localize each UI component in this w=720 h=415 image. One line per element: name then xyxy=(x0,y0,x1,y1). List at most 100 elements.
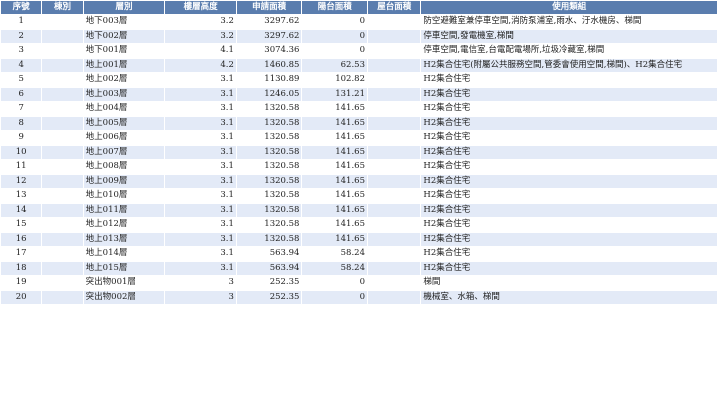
cell-no: 4 xyxy=(1,58,42,72)
cell-height: 3.1 xyxy=(165,203,236,217)
cell-height: 3.1 xyxy=(165,131,236,145)
cell-height: 3.1 xyxy=(165,232,236,246)
cell-roof xyxy=(367,232,421,246)
cell-floor: 地下002層 xyxy=(83,29,165,43)
cell-height: 3.1 xyxy=(165,160,236,174)
cell-balcony: 0 xyxy=(302,15,367,29)
cell-no: 3 xyxy=(1,44,42,58)
cell-no: 10 xyxy=(1,145,42,159)
cell-no: 18 xyxy=(1,261,42,275)
table-row: 20 突出物002層 3 252.35 0 機械室、水箱、梯間 xyxy=(1,290,717,304)
cell-no: 1 xyxy=(1,15,42,29)
cell-floor: 地下003層 xyxy=(83,15,165,29)
cell-usage: H2集合住宅 xyxy=(421,160,717,174)
cell-area: 1320.58 xyxy=(236,174,302,188)
cell-building xyxy=(42,145,83,159)
cell-height: 3.2 xyxy=(165,29,236,43)
cell-floor: 地上011層 xyxy=(83,203,165,217)
cell-balcony: 0 xyxy=(302,29,367,43)
cell-usage: H2集合住宅 xyxy=(421,189,717,203)
cell-floor: 地上002層 xyxy=(83,73,165,87)
cell-usage: 防空避難室兼停車空間,消防泵浦室,雨水、汙水機房、梯間 xyxy=(421,15,717,29)
table-row: 13 地上010層 3.1 1320.58 141.65 H2集合住宅 xyxy=(1,189,717,203)
cell-roof xyxy=(367,276,421,290)
cell-height: 4.2 xyxy=(165,58,236,72)
cell-no: 17 xyxy=(1,247,42,261)
cell-no: 8 xyxy=(1,116,42,130)
cell-building xyxy=(42,218,83,232)
cell-area: 1460.85 xyxy=(236,58,302,72)
cell-roof xyxy=(367,73,421,87)
cell-building xyxy=(42,203,83,217)
table-row: 10 地上007層 3.1 1320.58 141.65 H2集合住宅 xyxy=(1,145,717,159)
cell-roof xyxy=(367,174,421,188)
cell-floor: 地上012層 xyxy=(83,218,165,232)
cell-roof xyxy=(367,189,421,203)
cell-balcony: 131.21 xyxy=(302,87,367,101)
cell-height: 3.1 xyxy=(165,189,236,203)
cell-area: 1130.89 xyxy=(236,73,302,87)
table-row: 18 地上015層 3.1 563.94 58.24 H2集合住宅 xyxy=(1,261,717,275)
cell-roof xyxy=(367,145,421,159)
cell-area: 252.35 xyxy=(236,290,302,304)
cell-building xyxy=(42,102,83,116)
cell-building xyxy=(42,87,83,101)
cell-roof xyxy=(367,58,421,72)
cell-usage: H2集合住宅 xyxy=(421,116,717,130)
table-row: 15 地上012層 3.1 1320.58 141.65 H2集合住宅 xyxy=(1,218,717,232)
cell-height: 3.1 xyxy=(165,145,236,159)
cell-roof xyxy=(367,261,421,275)
cell-usage: H2集合住宅 xyxy=(421,87,717,101)
cell-building xyxy=(42,290,83,304)
cell-roof xyxy=(367,44,421,58)
cell-building xyxy=(42,116,83,130)
cell-height: 3 xyxy=(165,290,236,304)
cell-no: 12 xyxy=(1,174,42,188)
cell-balcony: 102.82 xyxy=(302,73,367,87)
cell-roof xyxy=(367,87,421,101)
cell-area: 3297.62 xyxy=(236,15,302,29)
cell-building xyxy=(42,58,83,72)
cell-building xyxy=(42,29,83,43)
cell-area: 1320.58 xyxy=(236,218,302,232)
cell-area: 1320.58 xyxy=(236,203,302,217)
cell-height: 3.1 xyxy=(165,247,236,261)
cell-no: 11 xyxy=(1,160,42,174)
cell-area: 1320.58 xyxy=(236,116,302,130)
cell-balcony: 141.65 xyxy=(302,218,367,232)
header-row: 序號 棟別 層別 樓層高度 申請面積 陽台面積 屋台面積 使用類組 xyxy=(1,1,717,14)
cell-no: 15 xyxy=(1,218,42,232)
cell-roof xyxy=(367,203,421,217)
cell-balcony: 141.65 xyxy=(302,174,367,188)
table-row: 12 地上009層 3.1 1320.58 141.65 H2集合住宅 xyxy=(1,174,717,188)
cell-roof xyxy=(367,160,421,174)
cell-usage: H2集合住宅 xyxy=(421,232,717,246)
cell-no: 2 xyxy=(1,29,42,43)
cell-area: 1320.58 xyxy=(236,102,302,116)
table-row: 3 地下001層 4.1 3074.36 0 停車空間,電信室,台電配電場所,垃圾冷藏室,… xyxy=(1,44,717,58)
cell-usage: H2集合住宅(附屬公共服務空間,管委會使用空間,梯間)、H2集合住宅 xyxy=(421,58,717,72)
cell-no: 20 xyxy=(1,290,42,304)
column-header-no: 序號 xyxy=(1,1,42,14)
cell-building xyxy=(42,261,83,275)
cell-area: 1320.58 xyxy=(236,145,302,159)
cell-balcony: 0 xyxy=(302,276,367,290)
cell-building xyxy=(42,189,83,203)
table-body: 1 地下003層 3.2 3297.62 0 防空避難室兼停車空間,消防泵浦室,雨水、汙水… xyxy=(1,15,717,304)
cell-floor: 地上006層 xyxy=(83,131,165,145)
table-row: 4 地上001層 4.2 1460.85 62.53 H2集合住宅(附屬公共服務空間,管委… xyxy=(1,58,717,72)
cell-floor: 地上008層 xyxy=(83,160,165,174)
cell-roof xyxy=(367,102,421,116)
cell-height: 3 xyxy=(165,276,236,290)
cell-roof xyxy=(367,218,421,232)
cell-usage: 停車空間,發電機室,梯間 xyxy=(421,29,717,43)
cell-floor: 突出物001層 xyxy=(83,276,165,290)
cell-balcony: 141.65 xyxy=(302,145,367,159)
cell-usage: H2集合住宅 xyxy=(421,247,717,261)
cell-floor: 地上005層 xyxy=(83,116,165,130)
cell-usage: H2集合住宅 xyxy=(421,203,717,217)
cell-area: 1320.58 xyxy=(236,232,302,246)
column-header-floor: 層別 xyxy=(83,1,165,14)
cell-building xyxy=(42,232,83,246)
cell-area: 1320.58 xyxy=(236,131,302,145)
